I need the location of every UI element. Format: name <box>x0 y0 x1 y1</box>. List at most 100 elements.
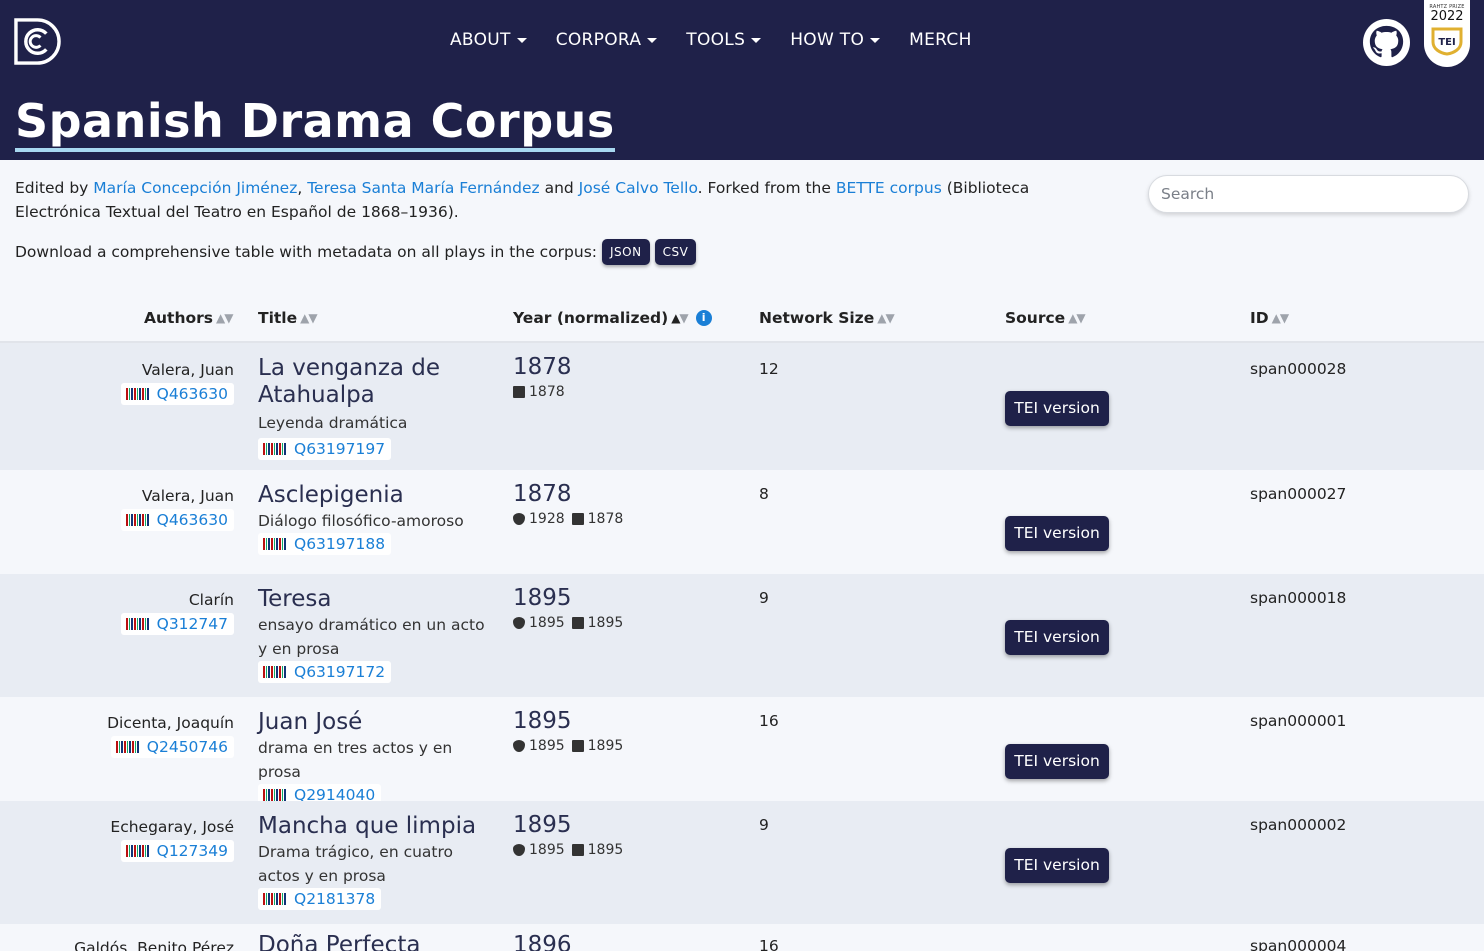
play-wikidata-link[interactable]: Q2181378 <box>258 888 382 910</box>
tei-version-button[interactable]: TEI version <box>1005 848 1109 883</box>
book-icon <box>513 386 525 398</box>
year-print: 1878 <box>529 384 565 400</box>
author-wikidata-link[interactable]: Q312747 <box>120 613 234 635</box>
tei-version-button[interactable]: TEI version <box>1005 391 1109 426</box>
th-authors-label: Authors <box>144 309 213 327</box>
author-name: Valera, Juan <box>141 361 234 379</box>
year-normalized: 1878 <box>513 481 572 507</box>
download-row: Download a comprehensive table with meta… <box>15 239 697 265</box>
play-wikidata-link[interactable]: Q63197188 <box>258 533 392 555</box>
play-id: span000001 <box>1250 712 1347 730</box>
year-premiere: 1895 <box>529 842 565 858</box>
play-wikidata-id: Q63197197 <box>294 440 386 458</box>
th-title[interactable]: Title ▲▼ <box>258 309 318 327</box>
author-name: Dicenta, Joaquín <box>107 714 234 732</box>
search-input[interactable] <box>1148 175 1469 213</box>
play-subtitle: Drama trágico, en cuatro actos y en pros… <box>258 843 454 885</box>
download-text: Download a comprehensive table with meta… <box>15 243 598 261</box>
tei-version-button[interactable]: TEI version <box>1005 744 1109 779</box>
theater-mask-icon <box>513 740 525 752</box>
nav-tools[interactable]: TOOLS <box>686 28 762 52</box>
year-normalized: 1895 <box>513 708 572 734</box>
th-network-label: Network Size <box>759 309 875 327</box>
corpus-description: Edited by María Concepción Jiménez, Tere… <box>15 176 1105 224</box>
play-title-link[interactable]: Juan José <box>258 709 498 736</box>
author-wikidata-id: Q463630 <box>156 511 228 529</box>
author-name: Valera, Juan <box>141 487 234 505</box>
nav-about[interactable]: ABOUT <box>450 28 527 52</box>
tei-version-button[interactable]: TEI version <box>1005 516 1109 551</box>
play-title-link[interactable]: Asclepigenia <box>258 482 498 509</box>
title-cell: Teresa ensayo dramático en un acto y en … <box>258 586 498 683</box>
author-wikidata-id: Q127349 <box>156 842 228 860</box>
author-wikidata-link[interactable]: Q463630 <box>120 509 234 531</box>
sort-icon[interactable]: ▲▼ <box>216 311 233 325</box>
year-premiere: 1895 <box>529 738 565 754</box>
year-print: 1878 <box>587 511 624 527</box>
year-normalized: 1895 <box>513 585 572 611</box>
author-wikidata-link[interactable]: Q2450746 <box>110 736 234 758</box>
tei-version-button[interactable]: TEI version <box>1005 620 1109 655</box>
intro-edited-by: Edited by <box>15 179 94 197</box>
play-title-link[interactable]: Mancha que limpia <box>258 813 498 840</box>
nav-about-label: ABOUT <box>450 30 511 50</box>
wikidata-icon <box>263 538 287 550</box>
wikidata-icon <box>125 514 150 526</box>
editor-link-1[interactable]: María Concepción Jiménez <box>93 179 297 197</box>
year-cell: 1895 1895 1895 <box>513 708 623 754</box>
intro-forked: . Forked from the <box>697 179 836 197</box>
table-row: Valera, Juan Q463630 Asclepigenia Diálog… <box>0 470 1484 574</box>
chevron-down-icon <box>647 37 658 43</box>
play-wikidata-link[interactable]: Q63197197 <box>258 438 392 460</box>
th-authors[interactable]: Authors ▲▼ <box>144 309 233 327</box>
sort-icon[interactable]: ▲▼ <box>1272 311 1289 325</box>
th-network-size[interactable]: Network Size ▲▼ <box>759 309 895 327</box>
info-icon[interactable]: i <box>695 310 712 326</box>
nav-merch[interactable]: MERCH <box>909 28 972 52</box>
th-year[interactable]: Year (normalized) ▲▼ i <box>513 309 712 327</box>
sort-icon[interactable]: ▲▼ <box>671 311 688 325</box>
bette-corpus-link[interactable]: BETTE corpus <box>836 179 942 197</box>
author-wikidata-id: Q463630 <box>156 385 228 403</box>
nav-corpora-label: CORPORA <box>555 30 642 50</box>
play-title-link[interactable]: Doña Perfecta <box>258 932 498 951</box>
nav-corpora[interactable]: CORPORA <box>556 28 658 52</box>
table-row: Clarín Q312747 Teresa ensayo dramático e… <box>0 574 1484 697</box>
play-wikidata-id: Q2181378 <box>294 890 376 908</box>
year-cell: 1895 1895 1895 <box>513 812 623 858</box>
title-cell: La venganza de Atahualpa Leyenda dramáti… <box>258 355 498 460</box>
editor-link-2[interactable]: Teresa Santa María Fernández <box>307 179 539 197</box>
play-wikidata-link[interactable]: Q63197172 <box>258 661 392 683</box>
author-cell: Valera, Juan Q463630 <box>120 360 234 405</box>
author-wikidata-link[interactable]: Q463630 <box>120 383 234 405</box>
download-json-button[interactable]: JSON <box>602 239 650 265</box>
title-cell: Asclepigenia Diálogo filosófico-amoroso … <box>258 482 498 555</box>
sort-icon[interactable]: ▲▼ <box>877 311 894 325</box>
download-csv-button[interactable]: CSV <box>654 239 697 265</box>
author-wikidata-id: Q312747 <box>156 615 228 633</box>
nav-tools-label: TOOLS <box>686 30 746 50</box>
play-title-link[interactable]: Teresa <box>258 586 498 613</box>
author-wikidata-link[interactable]: Q127349 <box>120 840 234 862</box>
th-id[interactable]: ID ▲▼ <box>1250 309 1289 327</box>
play-title-link[interactable]: La venganza de Atahualpa <box>258 355 498 409</box>
year-normalized: 1896 <box>513 932 572 951</box>
year-print: 1895 <box>587 615 624 631</box>
year-details: 1895 1895 <box>513 615 623 631</box>
tei-rahtz-prize-badge[interactable]: RAHTZ PRIZE 2022 TEI <box>1424 0 1470 67</box>
dracor-logo-icon[interactable] <box>14 18 61 65</box>
nav-howto[interactable]: HOW TO <box>790 28 881 52</box>
github-icon[interactable] <box>1363 19 1410 66</box>
play-id: span000002 <box>1250 816 1347 834</box>
wikidata-icon <box>263 789 287 801</box>
sort-icon[interactable]: ▲▼ <box>300 311 317 325</box>
year-cell: 1895 1895 1895 <box>513 585 623 631</box>
editor-link-3[interactable]: José Calvo Tello <box>579 179 698 197</box>
wikidata-icon <box>263 666 287 678</box>
th-id-label: ID <box>1250 309 1269 327</box>
th-source[interactable]: Source ▲▼ <box>1005 309 1086 327</box>
network-size: 9 <box>759 816 769 834</box>
author-cell: Dicenta, Joaquín Q2450746 <box>107 713 234 758</box>
sort-icon[interactable]: ▲▼ <box>1068 311 1085 325</box>
year-premiere: 1928 <box>529 511 565 527</box>
